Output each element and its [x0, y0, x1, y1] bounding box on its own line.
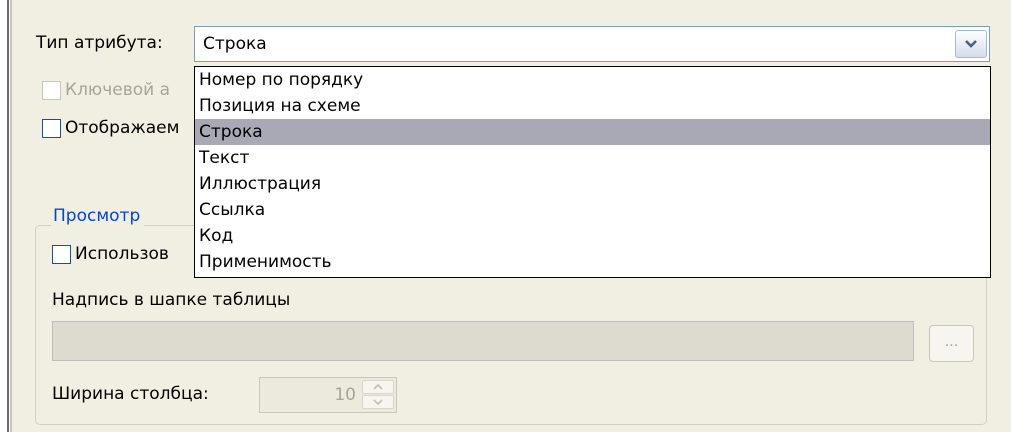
displayed-checkbox[interactable]: [42, 119, 61, 138]
spin-up-button[interactable]: [362, 380, 394, 394]
dropdown-option-applicability[interactable]: Применимость: [195, 249, 990, 275]
attribute-type-combobox[interactable]: Строка: [194, 26, 990, 62]
dropdown-option-text[interactable]: Текст: [195, 145, 990, 171]
use-checkbox[interactable]: [52, 245, 71, 264]
column-width-label: Ширина столбца:: [52, 384, 209, 404]
attribute-type-dropdown-list: Номер по порядку Позиция на схеме Строка…: [194, 66, 991, 278]
displayed-label: Отображаем: [65, 118, 180, 138]
use-checkbox-label: Использов: [75, 244, 169, 264]
dropdown-option-illustration[interactable]: Иллюстрация: [195, 171, 990, 197]
chevron-down-icon: [373, 399, 383, 405]
view-group-title: Просмотр: [51, 206, 145, 226]
header-caption-input[interactable]: [52, 321, 914, 361]
window-border: [7, 0, 9, 432]
chevron-up-icon: [373, 384, 383, 390]
dropdown-option-link[interactable]: Ссылка: [195, 197, 990, 223]
dropdown-option-schema-position[interactable]: Позиция на схеме: [195, 93, 990, 119]
header-caption-label: Надпись в шапке таблицы: [52, 290, 291, 310]
attribute-type-value: Строка: [203, 34, 267, 54]
dropdown-option-string[interactable]: Строка: [195, 119, 990, 145]
attribute-type-label: Тип атрибута:: [36, 33, 163, 53]
combo-dropdown-button[interactable]: [955, 30, 987, 58]
key-attribute-checkbox[interactable]: [42, 81, 61, 100]
column-width-spinner[interactable]: 10: [259, 377, 397, 413]
dropdown-option-sequence-number[interactable]: Номер по порядку: [195, 67, 990, 93]
dropdown-option-code[interactable]: Код: [195, 223, 990, 249]
browse-button[interactable]: ...: [929, 325, 974, 362]
key-attribute-label: Ключевой а: [65, 80, 171, 100]
column-width-value: 10: [334, 385, 356, 405]
chevron-down-icon: [965, 40, 977, 48]
spin-down-button[interactable]: [362, 395, 394, 409]
